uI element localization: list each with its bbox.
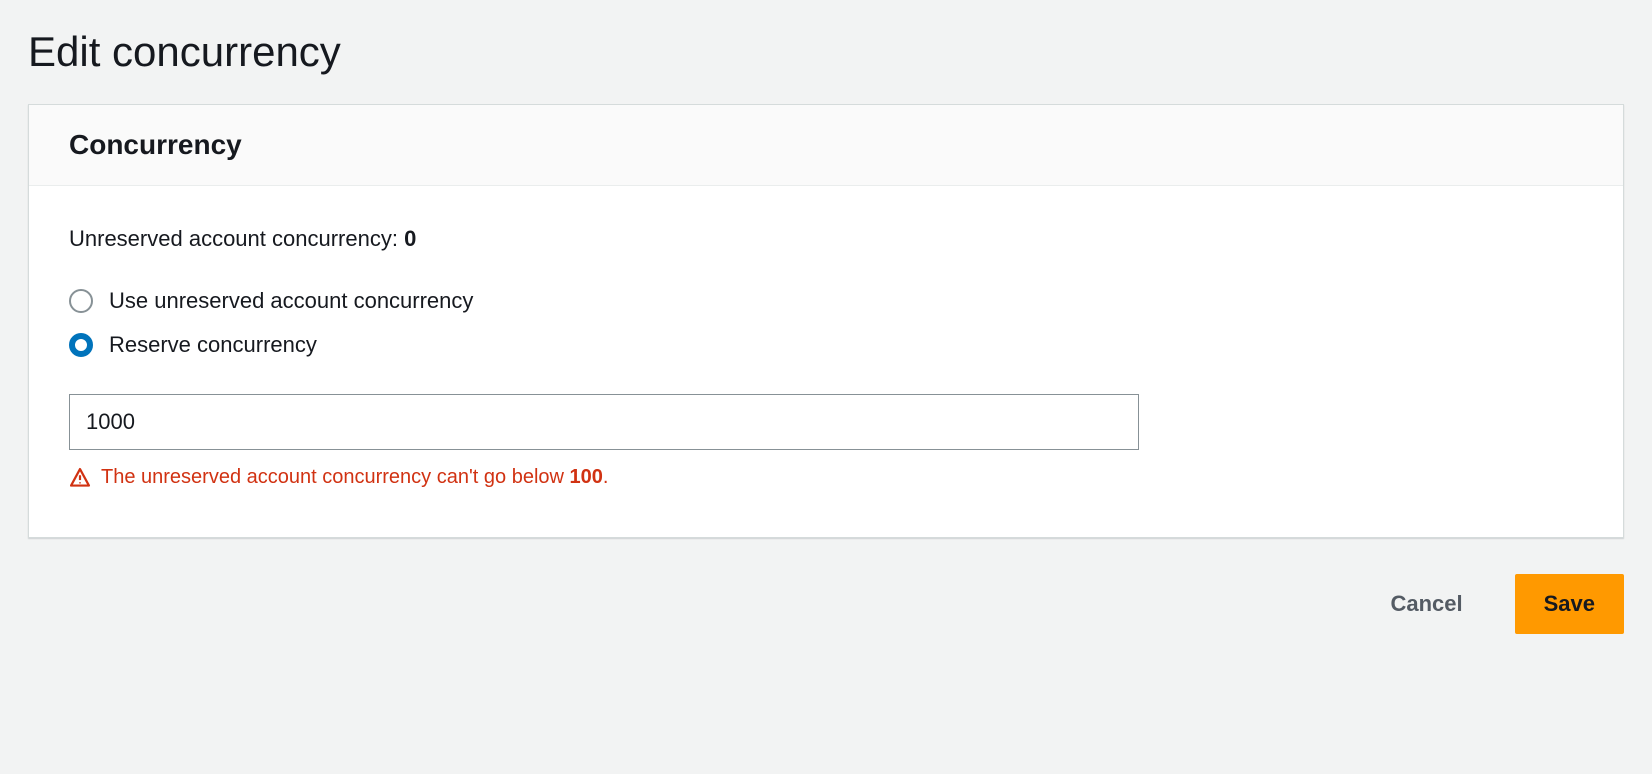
reserved-concurrency-input[interactable]	[69, 394, 1139, 450]
concurrency-panel: Concurrency Unreserved account concurren…	[28, 104, 1624, 538]
page-title: Edit concurrency	[28, 28, 1624, 76]
panel-body: Unreserved account concurrency: 0 Use un…	[29, 186, 1623, 537]
panel-header: Concurrency	[29, 105, 1623, 186]
radio-label-use-unreserved: Use unreserved account concurrency	[109, 288, 473, 314]
unreserved-value: 0	[404, 226, 416, 251]
error-prefix: The unreserved account concurrency can't…	[101, 466, 570, 488]
cancel-button[interactable]: Cancel	[1362, 574, 1490, 634]
radio-use-unreserved[interactable]: Use unreserved account concurrency	[69, 288, 1583, 314]
unreserved-label: Unreserved account concurrency:	[69, 226, 404, 251]
radio-group: Use unreserved account concurrency Reser…	[69, 288, 1583, 358]
error-suffix: .	[603, 466, 609, 488]
radio-reserve-concurrency[interactable]: Reserve concurrency	[69, 332, 1583, 358]
panel-heading: Concurrency	[69, 129, 1583, 161]
save-button[interactable]: Save	[1515, 574, 1624, 634]
unreserved-line: Unreserved account concurrency: 0	[69, 226, 1583, 252]
radio-icon-selected	[69, 333, 93, 357]
radio-icon	[69, 289, 93, 313]
warning-triangle-icon	[69, 467, 91, 489]
error-message: The unreserved account concurrency can't…	[69, 466, 1583, 489]
radio-label-reserve: Reserve concurrency	[109, 332, 317, 358]
error-limit: 100	[570, 466, 603, 488]
action-bar: Cancel Save	[28, 574, 1624, 634]
